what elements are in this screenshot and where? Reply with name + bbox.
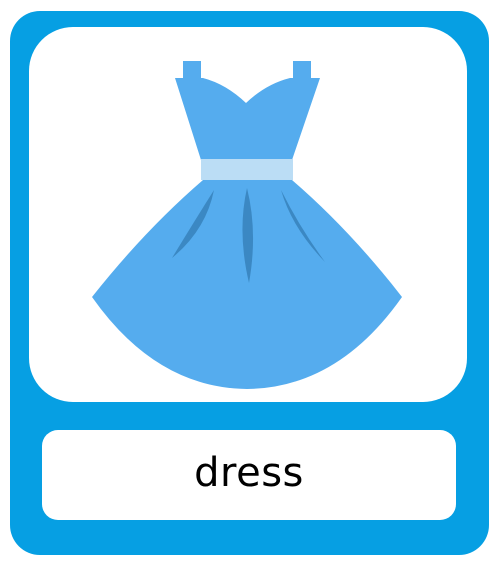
belt <box>201 159 293 180</box>
word-label: dress <box>194 450 304 496</box>
picture-panel <box>29 27 467 402</box>
dress-icon <box>92 61 402 389</box>
label-panel: dress <box>42 430 456 520</box>
bodice <box>175 78 320 160</box>
flashcard: dress <box>10 11 489 555</box>
